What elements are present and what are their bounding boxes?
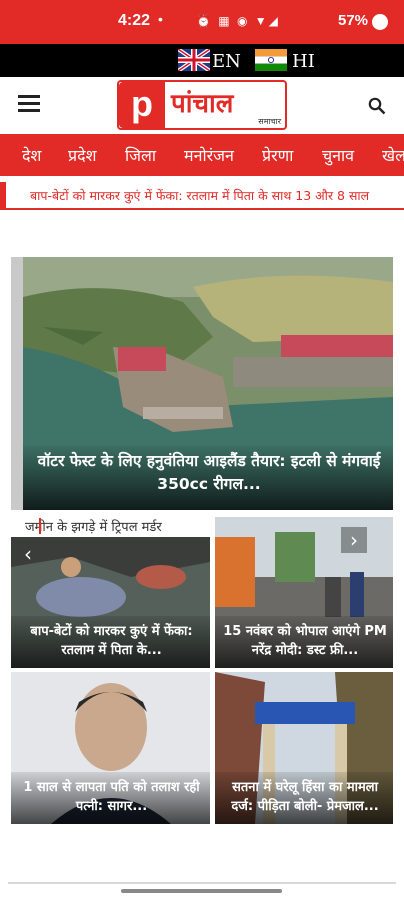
news-card[interactable]: 1 साल से लापता पति को तलाश रही पत्नी: सा… (11, 672, 210, 824)
lang-hi[interactable]: HI (292, 51, 315, 72)
news-card[interactable]: ‹ बाप-बेटों को मारकर कुएं में फेंका: रतल… (11, 537, 210, 668)
ticker-marker (0, 182, 6, 208)
hero-caption: वॉटर फेस्ट के लिए हनुवंतिया आइलैंड तैयार… (23, 446, 393, 510)
logo-letter: p (119, 82, 165, 128)
news-card[interactable]: सतना में घरेलू हिंसा का मामला दर्ज: पीड़… (215, 672, 393, 824)
card-caption: सतना में घरेलू हिंसा का मामला दर्ज: पीड़… (215, 772, 393, 824)
hero-story[interactable]: वॉटर फेस्ट के लिए हनुवंतिया आइलैंड तैयार… (11, 257, 393, 510)
bottom-divider (8, 882, 396, 884)
nav-item-khel[interactable]: खेल (382, 144, 404, 166)
card-title[interactable]: सतना में घरेलू हिंसा का मामला दर्ज: पीड़… (223, 778, 387, 816)
card-title[interactable]: 1 साल से लापता पति को तलाश रही पत्नी: सा… (19, 778, 204, 816)
language-bar: EN HI (0, 44, 404, 77)
india-flag-icon[interactable] (255, 49, 287, 71)
status-time: 4:22 (118, 12, 151, 29)
news-ticker[interactable]: बाप-बेटों को मारकर कुएं में फेंका: रतलाम… (0, 180, 404, 210)
ticker-text[interactable]: बाप-बेटों को मारकर कुएं में फेंका: रतलाम… (30, 187, 369, 204)
card-caption: 1 साल से लापता पति को तलाश रही पत्नी: सा… (11, 772, 210, 824)
nav-item-zila[interactable]: जिला (125, 144, 156, 166)
nav-item-desh[interactable]: देश (22, 144, 41, 166)
nav-item-prerna[interactable]: प्रेरणा (262, 144, 293, 166)
status-icons: ⏰ ▦ ◉ ▼◢ (196, 14, 280, 28)
breaking-text[interactable]: जमीन के झगड़े में ट्रिपल मर्डर (25, 517, 162, 535)
lang-en[interactable]: EN (212, 51, 241, 72)
card-caption: बाप-बेटों को मारकर कुएं में फेंका: रतलाम… (11, 616, 210, 668)
news-card[interactable]: › 15 नवंबर को भोपाल आएंगे PM नरेंद्र मोद… (215, 517, 393, 668)
nav-item-manoranjan[interactable]: मनोरंजन (184, 144, 234, 166)
carousel-prev-icon[interactable]: ‹ (15, 541, 41, 567)
card-caption: 15 नवंबर को भोपाल आएंगे PM नरेंद्र मोदी:… (215, 616, 393, 668)
logo-subtitle: समाचार (258, 117, 281, 126)
site-header: p पांचाल समाचार (0, 77, 404, 134)
battery-percent: 57% (338, 12, 369, 29)
hero-title[interactable]: वॉटर फेस्ट के लिए हनुवंतिया आइलैंड तैयार… (35, 450, 383, 496)
category-nav: देश प्रदेश जिला मनोरंजन प्रेरणा चुनाव खे… (0, 134, 404, 176)
logo-name: पांचाल (171, 89, 234, 119)
uk-flag-icon[interactable] (178, 49, 210, 71)
card-title[interactable]: बाप-बेटों को मारकर कुएं में फेंका: रतलाम… (19, 622, 204, 660)
breaking-strip[interactable]: जमीन के झगड़े में ट्रिपल मर्डर (11, 515, 211, 537)
ticker-underline (0, 208, 404, 210)
home-indicator[interactable] (121, 889, 282, 893)
breaking-marker (39, 518, 41, 534)
nav-item-chunav[interactable]: चुनाव (322, 144, 354, 166)
hero-side-bar (11, 257, 23, 510)
hamburger-menu-icon[interactable] (18, 95, 40, 113)
card-title[interactable]: 15 नवंबर को भोपाल आएंगे PM नरेंद्र मोदी:… (223, 622, 387, 660)
notification-dot: • (158, 11, 163, 27)
carousel-next-icon[interactable]: › (341, 527, 367, 553)
status-bar: 4:22 • ⏰ ▦ ◉ ▼◢ 57% (0, 0, 404, 44)
nav-item-pradesh[interactable]: प्रदेश (68, 144, 96, 166)
battery-icon (372, 14, 388, 30)
search-icon[interactable] (368, 97, 386, 115)
site-logo[interactable]: p पांचाल समाचार (117, 80, 287, 130)
